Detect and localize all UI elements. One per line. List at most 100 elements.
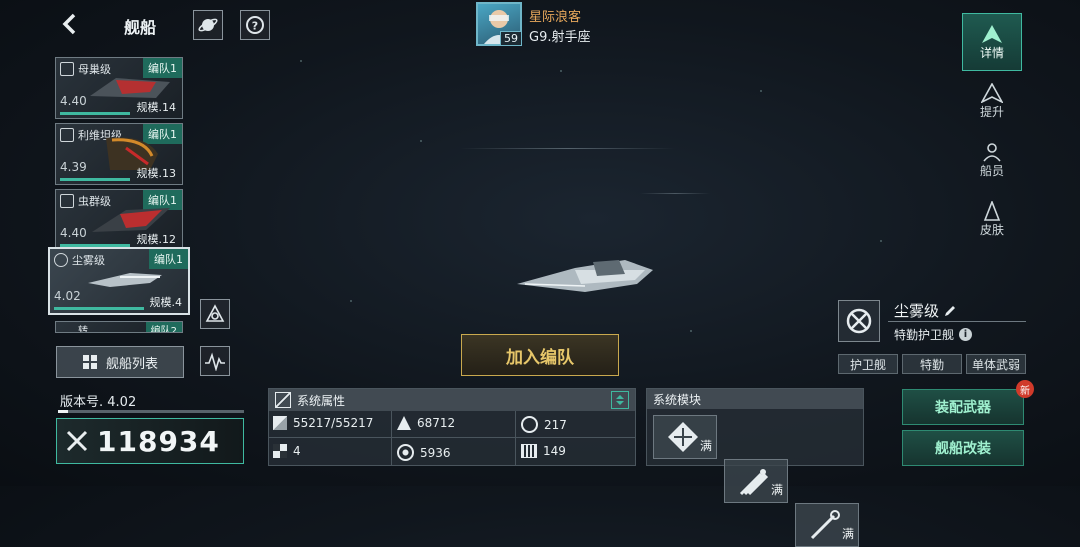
target-icon: [54, 253, 68, 267]
modules-title: 系统模块: [653, 392, 702, 407]
up-down-arrow-icon: [616, 395, 624, 405]
attr-speed: 5936: [397, 444, 451, 461]
ship-scale: 规模.14: [136, 101, 177, 114]
attr-capacity: 149: [521, 444, 566, 458]
speed-value: 5936: [420, 445, 451, 460]
signal-button[interactable]: [200, 346, 230, 376]
tab-crew-label: 船员: [979, 163, 1004, 178]
capacity-icon: [521, 444, 537, 458]
page-title: 舰船: [124, 18, 157, 37]
formation-icon: [205, 304, 225, 322]
ship-list-label: 舰船列表: [105, 356, 158, 372]
module-slot-1[interactable]: 满: [653, 415, 717, 459]
ship-card-dust-selected[interactable]: 尘雾级 编队1 4.02 规模.4: [48, 247, 190, 315]
ship-progress-bar: [60, 178, 130, 181]
team-badge: 编队2: [145, 322, 182, 332]
attributes-title: 系统属性: [297, 393, 346, 408]
help-icon: ?: [246, 16, 264, 34]
ship-card-swarm[interactable]: 虫群级 编队1 4.40 规模.12: [55, 189, 183, 251]
svg-text:?: ?: [252, 20, 258, 33]
ship-type: 特勤护卫舰: [894, 328, 955, 342]
power-panel: 118934: [56, 418, 244, 464]
crossed-swords-icon: [66, 430, 88, 452]
ship-scale: 规模.4: [149, 296, 183, 309]
module-slot-2[interactable]: 满: [724, 459, 788, 503]
ship-modify-button[interactable]: 舰船改装: [902, 430, 1024, 466]
ship-art-icon: [88, 273, 162, 287]
ship-model-icon[interactable]: [515, 250, 655, 298]
back-arrow-icon: [62, 13, 76, 35]
module-full-label: 满: [841, 527, 854, 541]
tab-skin[interactable]: 皮肤: [962, 190, 1022, 248]
player-server: G9.射手座: [529, 30, 591, 45]
firepower-icon: [397, 416, 411, 430]
ship-modify-label: 舰船改装: [935, 441, 991, 457]
edit-pencil-icon[interactable]: [943, 304, 957, 318]
diamond-arrows-icon: [668, 422, 698, 452]
attributes-panel: 系统属性 55217/55217 68712 217 4 5936 149: [268, 388, 636, 466]
ship-card-partial[interactable]: 转 编队2: [55, 321, 183, 333]
grid-icon: [82, 355, 97, 369]
skin-icon: [983, 200, 1001, 221]
module-full-label: 满: [770, 483, 783, 497]
speed-icon: [397, 444, 414, 461]
ship-list-button[interactable]: 舰船列表: [56, 346, 184, 378]
defense-icon: [521, 416, 538, 433]
planet-button[interactable]: [193, 10, 223, 40]
equip-weapons-button[interactable]: 装配武器: [902, 389, 1024, 425]
ship-value: 4.40: [60, 94, 87, 108]
ship-card-mother[interactable]: 母巢级 编队1 4.40 规模.14: [55, 57, 183, 119]
ship-scale: 规模.13: [136, 167, 177, 180]
attr-firepower: 68712: [397, 416, 455, 430]
attributes-icon: [275, 392, 291, 408]
ship-card-leviathan[interactable]: 利维坦级 编队1 4.39 规模.13: [55, 123, 183, 185]
ship-value: 4.02: [54, 289, 81, 303]
target-icon: [846, 308, 872, 334]
player-avatar[interactable]: 59: [476, 2, 522, 46]
name-underline: [888, 321, 1026, 322]
tab-upgrade[interactable]: 提升: [962, 72, 1022, 130]
ship-class-icon-box: [838, 300, 880, 342]
attributes-header: 系统属性: [269, 389, 635, 411]
tab-details[interactable]: 详情: [962, 13, 1022, 71]
collapse-toggle[interactable]: [611, 391, 629, 409]
signal-icon: [205, 352, 225, 371]
back-button[interactable]: [56, 10, 82, 38]
ship-type-row: 特勤护卫舰 i: [894, 326, 973, 343]
info-icon[interactable]: i: [959, 328, 973, 341]
tag-escort: 护卫舰: [838, 354, 898, 374]
join-formation-button[interactable]: 加入编队: [461, 334, 619, 376]
capacity-value: 149: [543, 444, 566, 458]
ship-emblem-icon: [982, 24, 1002, 43]
attr-defense: 217: [521, 416, 567, 433]
modules-header: 系统模块: [647, 389, 863, 409]
tab-upgrade-label: 提升: [979, 104, 1004, 119]
tab-details-label: 详情: [979, 45, 1004, 60]
durability-value: 55217/55217: [293, 416, 374, 430]
ship-progress-bar: [54, 307, 144, 310]
checker-icon: [273, 444, 287, 458]
upgrade-icon: [981, 82, 1003, 103]
crew-icon: [983, 142, 1001, 162]
tab-crew[interactable]: 船员: [962, 131, 1022, 189]
equip-weapons-label: 装配武器: [935, 400, 991, 416]
power-value: 118934: [97, 424, 220, 458]
module-slot-3[interactable]: 满: [795, 503, 859, 547]
tag-special: 特勤: [902, 354, 962, 374]
ship-name: 转: [78, 326, 88, 333]
shield-icon: [60, 128, 74, 142]
laser-beam-icon: [810, 510, 840, 540]
attr-slots: 4: [273, 444, 301, 458]
help-button[interactable]: ?: [240, 10, 270, 40]
defense-value: 217: [544, 417, 567, 432]
player-level-badge: 59: [500, 31, 522, 46]
shield-icon: [60, 62, 74, 76]
attr-durability: 55217/55217: [273, 416, 373, 430]
ship-progress-bar: [60, 112, 130, 115]
selected-ship-name: 尘雾级: [894, 302, 940, 320]
formation-button[interactable]: [200, 299, 230, 329]
planet-icon: [198, 18, 218, 32]
firepower-value: 68712: [417, 416, 456, 430]
ship-value: 4.40: [60, 226, 87, 240]
module-full-label: 满: [699, 439, 712, 453]
